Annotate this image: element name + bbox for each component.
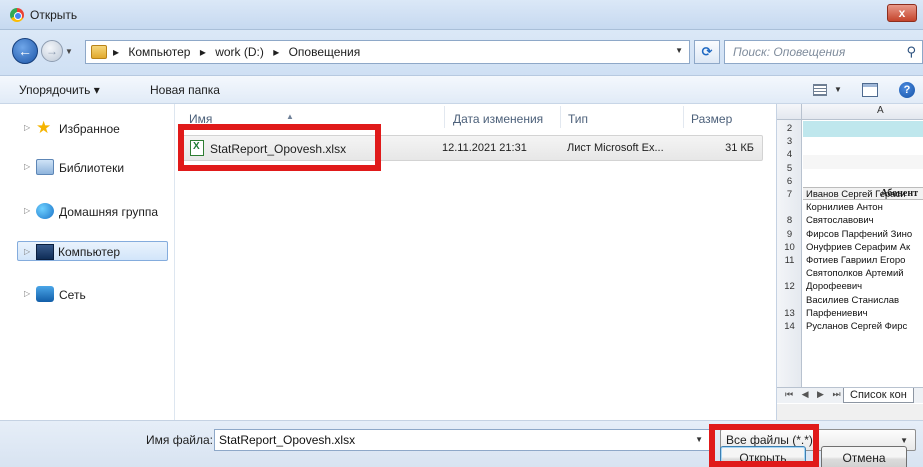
- folder-icon: [91, 45, 107, 59]
- preview-pane: A Абонент 2 3 4 5 6 7 Иванов Сергей Гераси Корн…: [776, 104, 923, 420]
- file-type: Лист Microsoft Ex...: [567, 142, 664, 154]
- cell-value: Корнилиев Антон: [806, 202, 883, 214]
- filename-input[interactable]: [219, 433, 679, 447]
- close-button[interactable]: x: [887, 4, 917, 22]
- row-number: 3: [786, 136, 793, 148]
- title-bar: Открыть x: [0, 0, 923, 30]
- open-button[interactable]: Открыть: [720, 446, 806, 467]
- path-dropdown[interactable]: ▼: [675, 46, 683, 55]
- nav-item-label: Избранное: [59, 122, 120, 136]
- sort-ascending-icon: ▲: [286, 112, 294, 121]
- breadcrumb: ▸ Компьютер ▸ work (D:) ▸ Оповещения: [113, 45, 366, 59]
- cell-value: Парфениевич: [806, 307, 868, 319]
- row-number: 8: [786, 215, 793, 227]
- search-box[interactable]: ⚲: [724, 40, 923, 64]
- refresh-button[interactable]: ⟳: [694, 40, 720, 64]
- cell-value: Русланов Сергей Фирс: [806, 321, 908, 332]
- library-icon: [36, 159, 54, 175]
- file-size: 31 КБ: [725, 142, 754, 154]
- cell-value: Фотиев Гавриил Егоро: [806, 255, 906, 266]
- row-number: 12: [784, 281, 795, 293]
- nav-item-label: Сеть: [59, 288, 86, 302]
- column-divider[interactable]: [560, 106, 561, 128]
- nav-item-computer[interactable]: ▷ Компьютер: [17, 241, 168, 261]
- highlight-box-file: [178, 124, 381, 171]
- filter-value: Все файлы (*.*): [726, 433, 813, 447]
- chevron-down-icon[interactable]: ▼: [900, 436, 908, 445]
- new-folder-button[interactable]: Новая папка: [150, 83, 220, 97]
- column-header-date[interactable]: Дата изменения: [446, 104, 564, 130]
- cell-value: Дорофеевич: [806, 281, 863, 293]
- column-divider[interactable]: [683, 106, 684, 128]
- filename-label: Имя файла:: [146, 433, 213, 447]
- row-number: 7: [786, 189, 793, 200]
- title-band: [803, 121, 923, 137]
- nav-item-label: Библиотеки: [59, 161, 125, 175]
- breadcrumb-arrow[interactable]: ▸: [200, 45, 206, 59]
- recent-locations-dropdown[interactable]: ▼: [65, 47, 73, 56]
- computer-icon: [36, 244, 54, 260]
- row-number: 11: [784, 255, 795, 266]
- cell-value: Святославович: [806, 215, 874, 227]
- organize-button[interactable]: Упорядочить ▾: [19, 83, 100, 97]
- view-options-icon[interactable]: [813, 84, 827, 96]
- view-options-dropdown[interactable]: ▼: [834, 85, 842, 94]
- cell-value: Онуфриев Серафим Ак: [806, 241, 911, 253]
- nav-item-label: Домашняя группа: [59, 205, 159, 219]
- column-header-size[interactable]: Размер: [685, 104, 763, 130]
- cancel-button[interactable]: Отмена: [821, 446, 907, 467]
- help-icon[interactable]: ?: [899, 82, 915, 98]
- breadcrumb-arrow[interactable]: ▸: [273, 45, 279, 59]
- row-number: 13: [784, 307, 795, 319]
- expand-arrow-icon[interactable]: ▷: [24, 123, 30, 132]
- column-divider[interactable]: [444, 106, 445, 128]
- expand-arrow-icon[interactable]: ▷: [24, 162, 30, 171]
- spreadsheet-column-header: A: [777, 104, 923, 120]
- breadcrumb-folder[interactable]: Оповещения: [289, 45, 361, 59]
- window-title: Открыть: [30, 8, 78, 22]
- sheet-nav-arrows-icon[interactable]: ⏮ ◀ ▶ ⏭: [785, 389, 844, 400]
- navigation-pane: ▷ ★ Избранное ▷ Библиотеки ▷ Домашняя гр…: [0, 104, 175, 420]
- spreadsheet-corner: [777, 104, 802, 119]
- breadcrumb-arrow[interactable]: ▸: [113, 45, 119, 59]
- cell-value: Святополков Артемий: [806, 268, 904, 280]
- homegroup-icon: [36, 203, 54, 219]
- row-number: 9: [786, 228, 793, 240]
- breadcrumb-computer[interactable]: Компьютер: [128, 45, 190, 59]
- network-icon: [36, 286, 54, 302]
- toolbar: Упорядочить ▾ Новая папка ▼ ?: [0, 76, 923, 104]
- row-number: 2: [786, 123, 793, 134]
- breadcrumb-drive[interactable]: work (D:): [215, 45, 264, 59]
- expand-arrow-icon[interactable]: ▷: [24, 289, 30, 298]
- cell-value: Василиев Станислав: [806, 294, 900, 306]
- horizontal-scrollbar[interactable]: [777, 404, 923, 420]
- search-icon[interactable]: ⚲: [906, 44, 916, 60]
- sheet-tab[interactable]: Список кон: [843, 388, 914, 403]
- path-box[interactable]: ▸ Компьютер ▸ work (D:) ▸ Оповещения ▼: [85, 40, 690, 64]
- row-number: 4: [786, 149, 793, 161]
- filename-combobox[interactable]: ▼: [214, 429, 710, 451]
- row-number: 14: [784, 321, 795, 332]
- search-input[interactable]: [733, 44, 893, 60]
- grey-band: [803, 155, 923, 169]
- row-number: 10: [784, 241, 795, 253]
- address-bar: ← → ▼ ▸ Компьютер ▸ work (D:) ▸ Оповещен…: [0, 30, 923, 76]
- chevron-down-icon[interactable]: ▼: [695, 435, 703, 444]
- cell-value: Иванов Сергей Гераси: [806, 189, 906, 200]
- expand-arrow-icon[interactable]: ▷: [24, 247, 30, 256]
- row-number: 5: [786, 162, 793, 174]
- cell-value: Фирсов Парфений Зино: [806, 228, 913, 240]
- star-icon: ★: [36, 118, 52, 137]
- column-header-type[interactable]: Тип: [562, 104, 682, 130]
- sheet-tab-bar: ⏮ ◀ ▶ ⏭ Список кон: [777, 387, 923, 403]
- back-button[interactable]: ←: [12, 38, 38, 64]
- column-letter: A: [877, 105, 884, 116]
- file-date: 12.11.2021 21:31: [442, 142, 527, 154]
- forward-button[interactable]: →: [41, 40, 63, 62]
- nav-item-label: Компьютер: [58, 245, 121, 259]
- expand-arrow-icon[interactable]: ▷: [24, 206, 30, 215]
- preview-pane-icon[interactable]: [862, 83, 878, 97]
- row-number: 6: [786, 175, 793, 187]
- chrome-icon: [10, 8, 24, 22]
